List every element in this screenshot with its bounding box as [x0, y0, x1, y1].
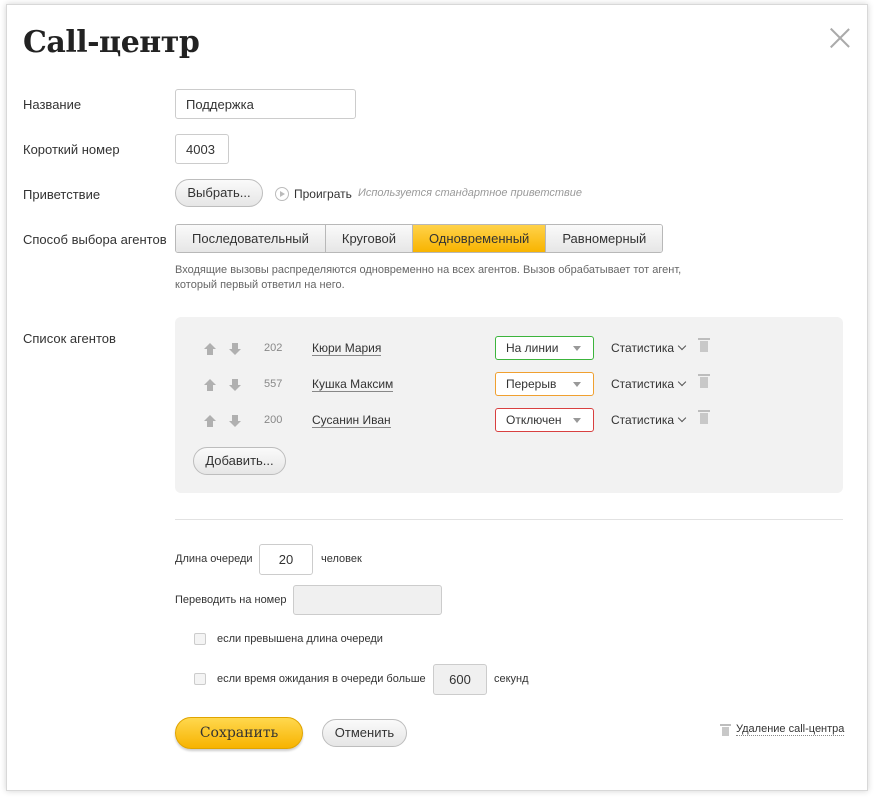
agent-stats-toggle[interactable]: Статистика — [611, 377, 687, 391]
overflow-checkbox[interactable] — [194, 633, 206, 645]
agents-panel: 202 Кюри Мария На линии Статистика 557 К… — [175, 317, 843, 493]
move-up-icon[interactable] — [204, 343, 216, 355]
caret-down-icon — [573, 346, 581, 351]
play-button[interactable]: Проиграть — [275, 187, 352, 201]
trash-icon[interactable] — [698, 374, 710, 388]
method-sequential[interactable]: Последовательный — [176, 225, 326, 252]
queue-length-label: Длина очереди — [175, 553, 253, 565]
method-uniform[interactable]: Равномерный — [546, 225, 663, 252]
agent-status-value: Отключен — [506, 413, 562, 427]
close-icon[interactable] — [829, 27, 851, 49]
trash-icon[interactable] — [698, 338, 710, 352]
agent-status-value: Перерыв — [506, 377, 557, 391]
play-label: Проиграть — [294, 187, 352, 201]
agent-row: 557 Кушка Максим Перерыв Статистика — [175, 372, 843, 398]
add-agent-button[interactable]: Добавить... — [193, 447, 286, 475]
chevron-down-icon — [677, 413, 687, 423]
agent-stats-label: Статистика — [611, 377, 675, 391]
agent-number: 202 — [264, 342, 283, 354]
method-label: Способ выбора агентов — [23, 232, 167, 247]
queue-length-unit: человек — [321, 553, 362, 565]
wait-time-condition-label: если время ожидания в очереди больше — [217, 673, 426, 685]
agent-stats-toggle[interactable]: Статистика — [611, 341, 687, 355]
divider — [175, 519, 843, 520]
agent-status-select[interactable]: На линии — [495, 336, 594, 360]
wait-time-unit: секунд — [494, 673, 529, 685]
forward-label: Переводить на номер — [175, 594, 287, 606]
agent-number: 200 — [264, 414, 283, 426]
name-input[interactable] — [175, 89, 356, 119]
wait-time-checkbox[interactable] — [194, 673, 206, 685]
cancel-button[interactable]: Отменить — [322, 719, 407, 747]
method-description: Входящие вызовы распределяются одновреме… — [175, 264, 682, 291]
call-center-dialog: Call-центр Название Короткий номер Приве… — [6, 4, 868, 791]
queue-length-input[interactable] — [259, 544, 313, 575]
move-up-icon[interactable] — [204, 415, 216, 427]
agent-status-select[interactable]: Отключен — [495, 408, 594, 432]
chevron-down-icon — [677, 341, 687, 351]
caret-down-icon — [573, 418, 581, 423]
agents-label: Список агентов — [23, 331, 116, 346]
wait-time-input[interactable] — [433, 664, 487, 695]
agent-row: 202 Кюри Мария На линии Статистика — [175, 336, 843, 362]
agent-name[interactable]: Сусанин Иван — [312, 413, 391, 428]
delete-call-center-link[interactable]: Удаление call-центра — [720, 723, 845, 736]
short-number-input[interactable] — [175, 134, 229, 164]
move-down-icon[interactable] — [229, 343, 241, 355]
short-number-label: Короткий номер — [23, 142, 120, 157]
chevron-down-icon — [677, 377, 687, 387]
choose-greeting-button[interactable]: Выбрать... — [175, 179, 263, 207]
forward-number-input[interactable] — [293, 585, 442, 615]
overflow-condition-label: если превышена длина очереди — [217, 633, 383, 645]
greeting-hint: Используется стандартное приветствие — [358, 187, 582, 199]
dialog-title: Call-центр — [23, 25, 200, 60]
agent-name[interactable]: Кюри Мария — [312, 341, 382, 356]
trash-icon[interactable] — [698, 410, 710, 424]
agent-stats-label: Статистика — [611, 341, 675, 355]
trash-icon — [720, 723, 731, 736]
agent-status-select[interactable]: Перерыв — [495, 372, 594, 396]
move-down-icon[interactable] — [229, 415, 241, 427]
method-round-robin[interactable]: Круговой — [325, 225, 413, 252]
delete-call-center-label: Удаление call-центра — [736, 723, 845, 736]
method-selector: Последовательный Круговой Одновременный … — [175, 224, 664, 253]
agent-row: 200 Сусанин Иван Отключен Статистика — [175, 408, 843, 434]
play-icon — [275, 187, 289, 201]
agent-stats-label: Статистика — [611, 413, 675, 427]
agent-number: 557 — [264, 378, 283, 390]
greeting-label: Приветствие — [23, 187, 101, 202]
method-simultaneous[interactable]: Одновременный — [412, 225, 547, 252]
move-down-icon[interactable] — [229, 379, 241, 391]
agent-name[interactable]: Кушка Максим — [312, 377, 394, 392]
agent-stats-toggle[interactable]: Статистика — [611, 413, 687, 427]
move-up-icon[interactable] — [204, 379, 216, 391]
name-label: Название — [23, 97, 82, 112]
save-button[interactable]: Сохранить — [175, 717, 303, 749]
caret-down-icon — [573, 382, 581, 387]
agent-status-value: На линии — [506, 341, 559, 355]
